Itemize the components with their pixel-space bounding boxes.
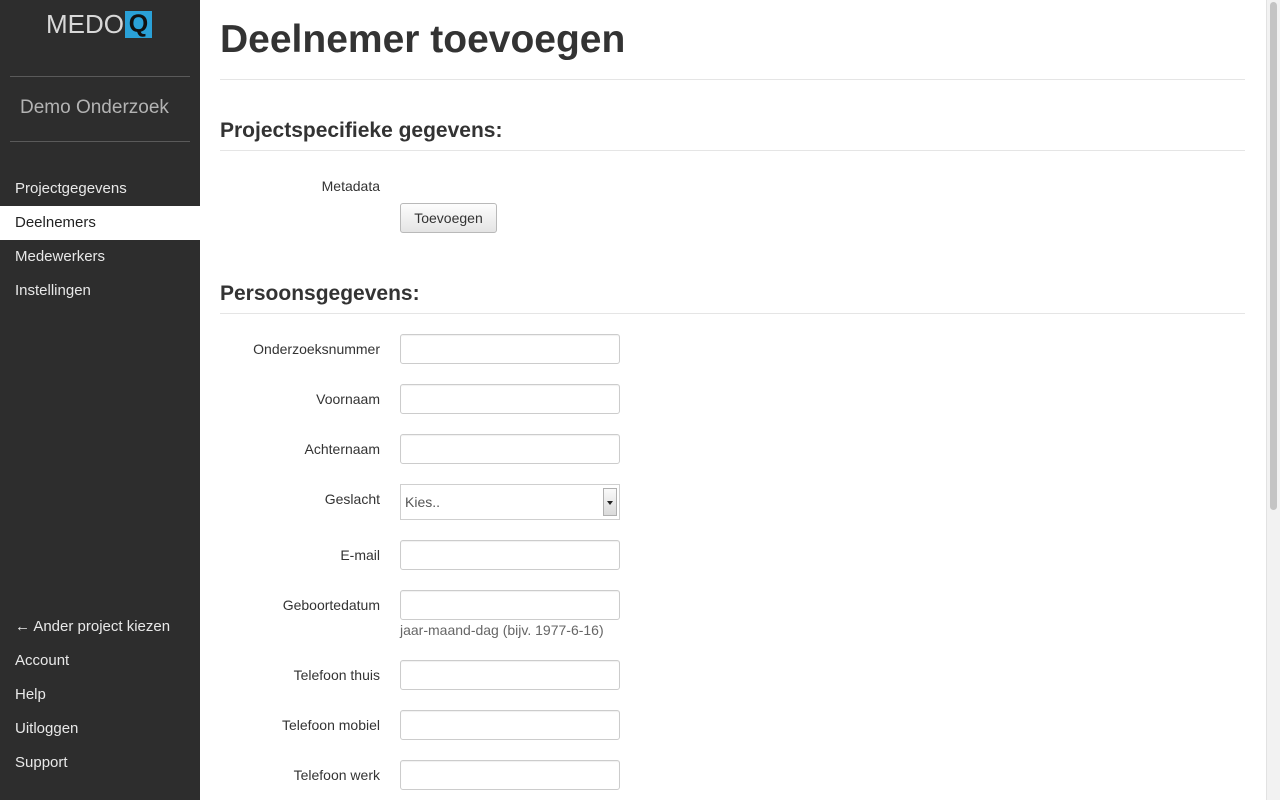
achternaam-label: Achternaam bbox=[304, 441, 380, 457]
sidebar-nav: Projectgegevens Deelnemers Medewerkers I… bbox=[0, 172, 200, 308]
title-divider bbox=[220, 79, 1245, 80]
sidebar: MEDO Q Demo Onderzoek Projectgegevens Dee… bbox=[0, 0, 200, 800]
telefoon-werk-label: Telefoon werk bbox=[293, 767, 380, 783]
geslacht-label: Geslacht bbox=[324, 491, 380, 507]
geboortedatum-field[interactable] bbox=[400, 590, 620, 620]
sidebar-item-other-project[interactable]: ← Ander project kiezen bbox=[0, 610, 200, 644]
section-title-project: Projectspecifieke gegevens: bbox=[220, 119, 503, 142]
achternaam-field[interactable] bbox=[400, 434, 620, 464]
onderzoeksnummer-label: Onderzoeksnummer bbox=[253, 341, 380, 357]
logo-mark: Q bbox=[125, 10, 152, 38]
sidebar-item-help[interactable]: Help bbox=[0, 678, 200, 712]
geboortedatum-help-text: jaar-maand-dag (bijv. 1977-6-16) bbox=[400, 622, 604, 638]
telefoon-thuis-field[interactable] bbox=[400, 660, 620, 690]
sidebar-item-deelnemers[interactable]: Deelnemers bbox=[0, 206, 200, 240]
sidebar-divider bbox=[10, 141, 190, 142]
geboortedatum-label: Geboortedatum bbox=[282, 597, 380, 613]
logo-text: MEDO bbox=[46, 9, 124, 39]
sidebar-bottom-nav: ← Ander project kiezen Account Help Uitl… bbox=[0, 610, 200, 780]
chevron-down-icon[interactable] bbox=[603, 488, 617, 516]
email-field[interactable] bbox=[400, 540, 620, 570]
project-name: Demo Onderzoek bbox=[20, 97, 169, 118]
voornaam-label: Voornaam bbox=[316, 391, 380, 407]
email-label: E-mail bbox=[340, 547, 380, 563]
telefoon-werk-field[interactable] bbox=[400, 760, 620, 790]
section-divider bbox=[220, 313, 1245, 314]
page-title: Deelnemer toevoegen bbox=[220, 18, 626, 61]
telefoon-mobiel-label: Telefoon mobiel bbox=[281, 717, 380, 733]
sidebar-item-account[interactable]: Account bbox=[0, 644, 200, 678]
voornaam-field[interactable] bbox=[400, 384, 620, 414]
metadata-label: Metadata bbox=[321, 178, 380, 194]
section-title-person: Persoonsgegevens: bbox=[220, 282, 420, 305]
sidebar-item-medewerkers[interactable]: Medewerkers bbox=[0, 240, 200, 274]
geslacht-select[interactable]: Kies.. bbox=[400, 484, 620, 520]
telefoon-mobiel-field[interactable] bbox=[400, 710, 620, 740]
app-logo[interactable]: MEDO Q bbox=[46, 10, 152, 38]
sidebar-divider bbox=[10, 76, 190, 77]
sidebar-item-support[interactable]: Support bbox=[0, 746, 200, 780]
section-divider bbox=[220, 150, 1245, 151]
vertical-scrollbar[interactable] bbox=[1266, 0, 1280, 800]
sidebar-item-logout[interactable]: Uitloggen bbox=[0, 712, 200, 746]
main-content: Deelnemer toevoegen Projectspecifieke ge… bbox=[220, 0, 1245, 800]
sidebar-item-instellingen[interactable]: Instellingen bbox=[0, 274, 200, 308]
scrollbar-thumb[interactable] bbox=[1270, 2, 1277, 510]
onderzoeksnummer-field[interactable] bbox=[400, 334, 620, 364]
sidebar-item-projectgegevens[interactable]: Projectgegevens bbox=[0, 172, 200, 206]
add-metadata-button[interactable]: Toevoegen bbox=[400, 203, 497, 233]
telefoon-thuis-label: Telefoon thuis bbox=[293, 667, 380, 683]
geslacht-selected-value: Kies.. bbox=[405, 494, 441, 510]
